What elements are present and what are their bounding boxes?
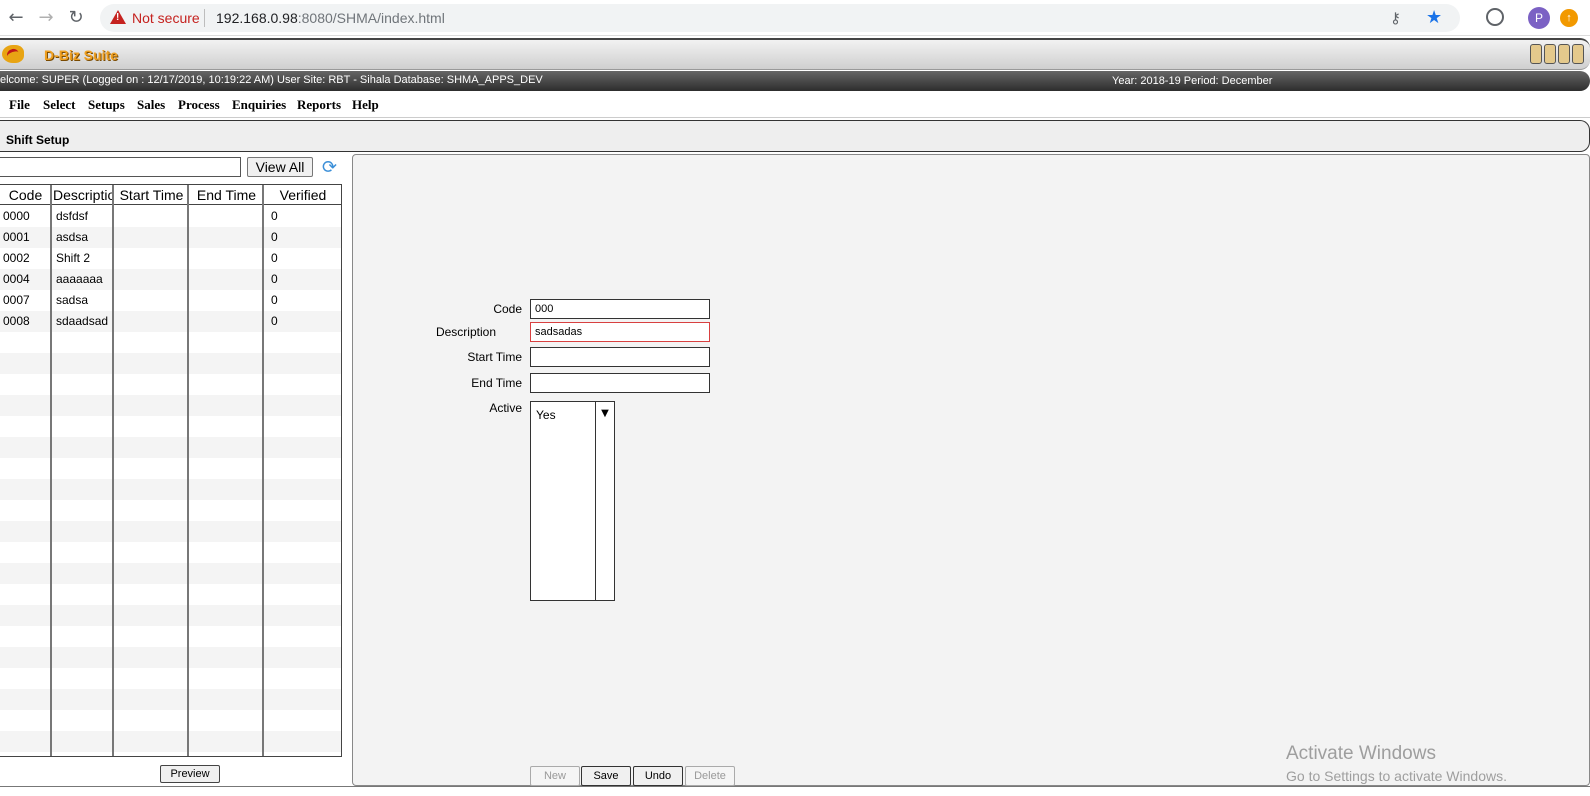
column-header-code[interactable]: Code — [0, 185, 51, 205]
extension-icon[interactable] — [1486, 8, 1504, 26]
cell-verified: 0 — [271, 251, 278, 265]
key-icon[interactable]: ⚷ — [1390, 9, 1401, 27]
cell-description: sadsa — [56, 293, 89, 307]
power-icon[interactable] — [1572, 44, 1584, 64]
cell-code: 0007 — [3, 293, 30, 307]
cell-verified: 0 — [271, 314, 278, 328]
code-label: Code — [493, 302, 522, 316]
menu-reports[interactable]: Reports — [297, 97, 341, 113]
app-logo-text: D-Biz Suite — [44, 47, 118, 63]
profile-avatar[interactable]: P — [1528, 7, 1550, 29]
menu-setups[interactable]: Setups — [88, 97, 125, 113]
description-label: Description — [435, 325, 496, 339]
url-host: 192.168.0.98 — [216, 10, 298, 26]
home-icon[interactable] — [1530, 44, 1542, 64]
activation-watermark-title: Activate Windows — [1286, 743, 1436, 764]
column-divider — [187, 185, 189, 756]
update-icon[interactable]: ↑ — [1560, 9, 1578, 27]
reload-icon[interactable]: ↻ — [64, 6, 88, 30]
column-divider — [50, 185, 52, 756]
welcome-text: elcome: SUPER (Logged on : 12/17/2019, 1… — [0, 74, 543, 86]
cell-verified: 0 — [271, 293, 278, 307]
url-divider — [204, 9, 205, 27]
menu-file[interactable]: File — [9, 97, 30, 113]
menu-help[interactable]: Help — [352, 97, 379, 113]
column-header-start-time[interactable]: Start Time — [115, 185, 188, 205]
app-header: D-Biz Suite — [0, 38, 1590, 70]
delete-button[interactable]: Delete — [685, 766, 735, 786]
active-label: Active — [489, 401, 522, 415]
cell-description: aaaaaaa — [56, 272, 103, 286]
period-text: Year: 2018-19 Period: December — [1112, 75, 1273, 87]
browser-toolbar: ← → ↻ Not secure 192.168.0.98:8080/SHMA/… — [0, 0, 1590, 36]
column-header-description[interactable]: Descriptio — [53, 185, 113, 205]
end-time-label: End Time — [471, 376, 522, 390]
globe-icon[interactable] — [1544, 44, 1556, 64]
start-time-field[interactable] — [530, 347, 710, 367]
active-select[interactable]: Yes ▼ — [530, 401, 615, 601]
lock-icon[interactable] — [1558, 44, 1570, 64]
cell-verified: 0 — [271, 209, 278, 223]
warning-icon — [110, 10, 126, 24]
menu-sales[interactable]: Sales — [137, 97, 165, 113]
address-bar[interactable]: Not secure 192.168.0.98:8080/SHMA/index.… — [100, 4, 1460, 32]
menu-select[interactable]: Select — [43, 97, 75, 113]
app-logo-icon — [2, 45, 24, 63]
start-time-label: Start Time — [467, 350, 522, 364]
cell-description: Shift 2 — [56, 251, 91, 265]
shift-list-grid: Code Descriptio Start Time End Time Veri… — [0, 184, 342, 757]
cell-code: 0008 — [3, 314, 30, 328]
url-text[interactable]: 192.168.0.98:8080/SHMA/index.html — [216, 10, 445, 26]
active-selected-value[interactable]: Yes — [536, 408, 556, 422]
search-input[interactable] — [0, 157, 241, 177]
page-title: Shift Setup — [6, 133, 70, 147]
dropdown-arrow-icon[interactable]: ▼ — [595, 402, 614, 600]
preview-button[interactable]: Preview — [160, 765, 220, 783]
menu-enquiries[interactable]: Enquiries — [232, 97, 286, 113]
column-header-verified[interactable]: Verified — [265, 185, 341, 205]
main-menu-bar: File Select Setups Sales Process Enquiri… — [0, 92, 1590, 118]
session-info-bar: elcome: SUPER (Logged on : 12/17/2019, 1… — [0, 71, 1590, 91]
cell-description: dsfdsf — [56, 209, 89, 223]
cell-code: 0001 — [3, 230, 30, 244]
description-field[interactable] — [530, 322, 710, 342]
cell-description: asdsa — [56, 230, 89, 244]
end-time-field[interactable] — [530, 373, 710, 393]
save-button[interactable]: Save — [581, 766, 631, 786]
undo-button[interactable]: Undo — [633, 766, 683, 786]
cell-description: sdaadsad — [56, 314, 109, 328]
header-toolbar — [1528, 44, 1584, 67]
column-divider — [262, 185, 264, 756]
bookmark-star-icon[interactable]: ★ — [1426, 7, 1442, 28]
view-all-button[interactable]: View All — [247, 157, 313, 177]
page-title-bar: Shift Setup — [0, 120, 1590, 152]
new-button[interactable]: New — [530, 766, 580, 786]
cell-code: 0004 — [3, 272, 30, 286]
refresh-icon[interactable]: ⟳ — [322, 157, 337, 178]
cell-verified: 0 — [271, 272, 278, 286]
activation-watermark-subtitle: Go to Settings to activate Windows. — [1286, 768, 1507, 784]
url-path: :8080/SHMA/index.html — [297, 10, 445, 26]
back-arrow-icon[interactable]: ← — [4, 6, 28, 30]
status-bar — [0, 786, 1590, 796]
cell-code: 0002 — [3, 251, 30, 265]
code-field[interactable] — [530, 299, 710, 319]
cell-code: 0000 — [3, 209, 30, 223]
column-header-end-time[interactable]: End Time — [190, 185, 263, 205]
security-label[interactable]: Not secure — [132, 10, 200, 26]
column-divider — [112, 185, 114, 756]
menu-process[interactable]: Process — [178, 97, 220, 113]
cell-verified: 0 — [271, 230, 278, 244]
forward-arrow-icon[interactable]: → — [34, 6, 58, 30]
